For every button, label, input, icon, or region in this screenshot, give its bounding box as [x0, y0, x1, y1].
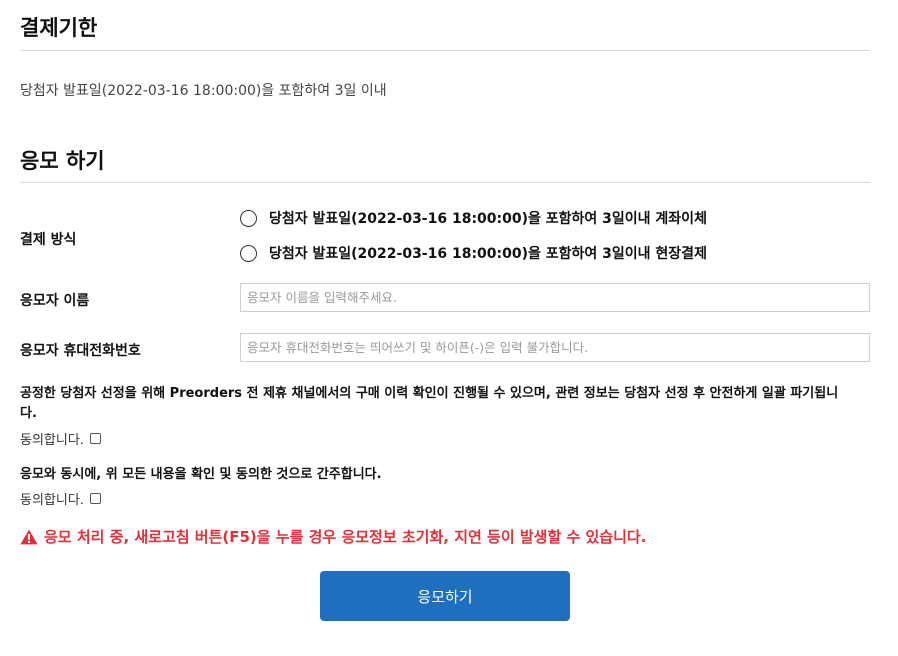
- applicant-name-input[interactable]: [240, 283, 870, 312]
- applicant-name-label: 응모자 이름: [20, 293, 90, 309]
- submit-application-button[interactable]: 응모하기: [320, 571, 570, 621]
- section-divider: [20, 182, 870, 183]
- agree-label: 동의합니다.: [20, 433, 84, 448]
- agree-row-1: 동의합니다.: [20, 429, 101, 448]
- agree-row-2: 동의합니다.: [20, 489, 101, 508]
- payment-deadline-title: 결제기한: [20, 16, 98, 40]
- payment-option-bank-transfer[interactable]: 당첨자 발표일(2022-03-16 18:00:00)을 포함하여 3일이내 …: [240, 208, 707, 228]
- agree-label: 동의합니다.: [20, 493, 84, 508]
- agree-checkbox[interactable]: [89, 433, 101, 444]
- agree-checkbox[interactable]: [89, 493, 101, 504]
- purchase-history-consent-notice: 공정한 당첨자 선정을 위해 Preorders 전 제휴 채널에서의 구매 이…: [20, 386, 839, 421]
- radio-button[interactable]: [240, 209, 257, 227]
- apply-section-title: 응모 하기: [20, 149, 105, 173]
- section-divider: [20, 50, 870, 51]
- applicant-phone-label: 응모자 휴대전화번호: [20, 343, 141, 359]
- refresh-warning: 응모 처리 중, 새로고침 버튼(F5)을 누를 경우 응모정보 초기화, 지연…: [20, 526, 646, 547]
- payment-option-onsite[interactable]: 당첨자 발표일(2022-03-16 18:00:00)을 포함하여 3일이내 …: [240, 243, 707, 263]
- applicant-phone-input[interactable]: [240, 333, 870, 362]
- payment-deadline-text: 당첨자 발표일(2022-03-16 18:00:00)을 포함하여 3일 이내: [20, 83, 387, 99]
- warning-text: 응모 처리 중, 새로고침 버튼(F5)을 누를 경우 응모정보 초기화, 지연…: [44, 528, 647, 546]
- radio-button[interactable]: [240, 244, 257, 262]
- payment-option-label: 당첨자 발표일(2022-03-16 18:00:00)을 포함하여 3일이내 …: [269, 246, 707, 262]
- payment-method-label: 결제 방식: [20, 232, 77, 248]
- full-consent-notice: 응모와 동시에, 위 모든 내용을 확인 및 동의한 것으로 간주합니다.: [20, 467, 382, 482]
- warning-triangle-icon: [20, 529, 38, 544]
- payment-option-label: 당첨자 발표일(2022-03-16 18:00:00)을 포함하여 3일이내 …: [269, 211, 707, 227]
